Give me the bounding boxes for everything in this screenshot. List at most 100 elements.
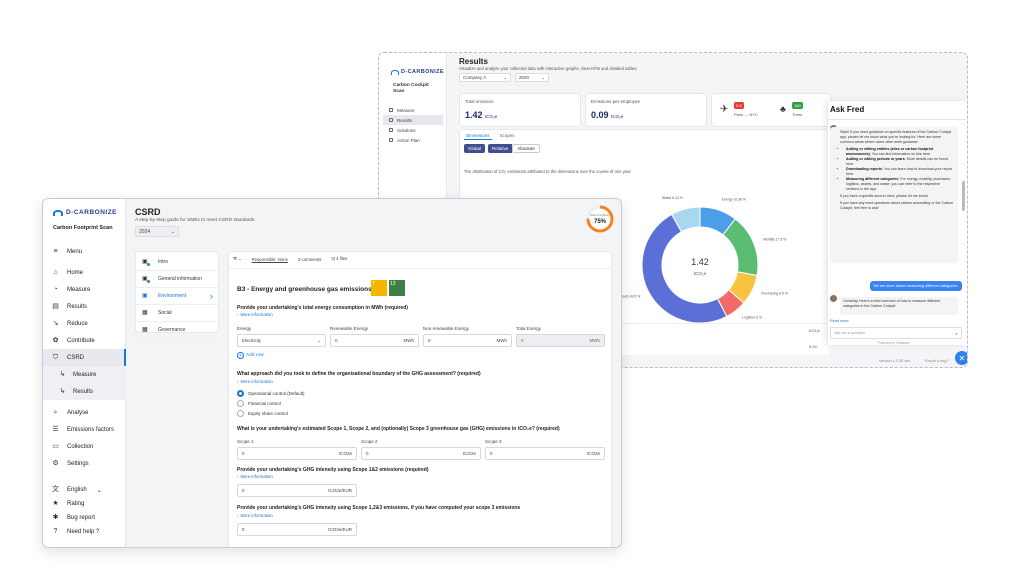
radio-unchecked[interactable]: [237, 409, 244, 417]
nav-item-contribute[interactable]: ✿ Contribute: [43, 332, 126, 349]
folder-icon: ▭: [52, 443, 59, 450]
chevron-down-icon: ⌄: [503, 74, 507, 80]
nav-item-emissions-factors[interactable]: ☰ Emissions factors: [43, 421, 126, 438]
chat-scrollbar[interactable]: [962, 181, 965, 211]
nav-item-bug-report[interactable]: ✱ Bug report: [43, 511, 126, 525]
page-subtitle: A step-by-step guide for SMEs to meet CS…: [135, 218, 255, 223]
ask-fred-chat: Ask Fred Salut! If you need guidance on …: [827, 101, 967, 345]
section-intro[interactable]: ▣ Intro: [136, 254, 218, 271]
sdg-13-badge: 13: [389, 280, 405, 296]
tab-dimensions[interactable]: Dimensions: [464, 132, 492, 140]
completion-gauge: Total Completion 75%: [586, 205, 614, 233]
emissions-donut-chart: Energy 10.38 % Mobility 17.5 % Purchasing …: [618, 196, 788, 324]
close-chat-button[interactable]: ✕: [955, 351, 967, 365]
send-icon[interactable]: ➤: [955, 331, 958, 336]
section-governance[interactable]: ▦ Governance: [136, 322, 218, 339]
subdirectory-icon: ↳: [59, 371, 66, 378]
section-general-information[interactable]: ▣ General information: [136, 271, 218, 288]
nav-item-measure[interactable]: ◔ Measure: [43, 281, 126, 298]
nav-item-measure[interactable]: Measure: [383, 105, 443, 115]
list-icon: ☰: [52, 426, 59, 433]
option-financial[interactable]: Financial control: [237, 398, 305, 408]
year-select[interactable]: 2024 ⌄: [135, 226, 179, 237]
read-more-link[interactable]: Read more: [830, 319, 849, 323]
nav-item-menu[interactable]: ≡ Menu: [43, 243, 126, 260]
intensity12-input[interactable]: 0 tCO2e/EUR: [237, 484, 357, 497]
intensity123-input[interactable]: 0 tCO2e/EUR: [237, 523, 357, 536]
equivalence-card: ✈ 0.8 Paris ↔ NYC ♣ 160 Trees: [711, 93, 831, 127]
nonrenewable-input[interactable]: 0 MWh: [423, 334, 512, 347]
responsible-link[interactable]: Responsible: None: [252, 257, 288, 262]
table-unit: tCO₂e: [809, 328, 820, 333]
scope1-input[interactable]: 0 tCO2e: [237, 447, 357, 460]
chevron-right-icon: ›: [237, 379, 239, 384]
chat-input-placeholder: Ask me a question: [834, 331, 866, 335]
nav-item-rating[interactable]: ★ Rating: [43, 497, 126, 511]
year-select[interactable]: 2020 ⌄: [515, 73, 549, 82]
close-icon: ✕: [958, 353, 966, 363]
option-operational[interactable]: Operational control (Default): [237, 388, 305, 398]
radio-checked[interactable]: [237, 389, 244, 397]
nav-label: CSRD: [67, 354, 85, 361]
files-link[interactable]: ⊡ 4 files: [331, 256, 347, 262]
more-info-link[interactable]: › More information: [237, 513, 273, 518]
logo-mark-icon: [391, 69, 399, 75]
wrench-icon[interactable]: ⚒ ⌄: [233, 256, 242, 262]
nav-item-csrd[interactable]: ⛉ CSRD: [43, 349, 126, 366]
section-label: Intro: [158, 259, 169, 265]
nav-item-need-help-[interactable]: ? Need help ?: [43, 525, 126, 539]
found-bug-link[interactable]: Found a bug?: [925, 359, 948, 363]
question-toolbar: ⚒ ⌄ Responsible: None 3 comments ⊡ 4 fil…: [233, 256, 347, 262]
list-item: Adding or editing periods or years: More…: [846, 157, 954, 167]
nav-item-collection[interactable]: ▭ Collection: [43, 438, 126, 455]
renewable-input[interactable]: 0 MWh: [330, 334, 419, 347]
question-intensity123: Provide your undertaking's GHG intensity…: [237, 505, 521, 511]
nav-item-measure[interactable]: ↳ Measure: [43, 366, 126, 383]
boundary-options: Operational control (Default) Financial …: [237, 388, 305, 418]
energy-type-select[interactable]: Electricity ⌄: [237, 334, 326, 347]
chat-input[interactable]: Ask me a question ➤: [830, 327, 962, 339]
nav-item-results[interactable]: Results: [383, 115, 443, 125]
nav-item-reduce[interactable]: ↘ Reduce: [43, 315, 126, 332]
gauge-value: 75%: [594, 219, 607, 225]
tab-scopes[interactable]: Scopes: [498, 132, 517, 140]
option-equity[interactable]: Equity share control: [237, 408, 305, 418]
scope3-input[interactable]: 0 tCO2e: [485, 447, 605, 460]
scope2-input[interactable]: 0 tCO2e: [361, 447, 481, 460]
nav-item-solutions[interactable]: Solutions: [383, 125, 443, 135]
total-energy-input: 0 MWh: [516, 334, 605, 347]
company-select[interactable]: Company A ⌄: [459, 73, 511, 82]
section-environment[interactable]: ▣ Environment ›: [136, 288, 218, 305]
search-icon: [389, 118, 393, 122]
more-info-link[interactable]: › More information: [237, 474, 273, 479]
donut-slice-mobility[interactable]: [722, 218, 759, 277]
nav-item-results[interactable]: ▤ Results: [43, 298, 126, 315]
global-button[interactable]: Global: [464, 144, 486, 153]
comments-link[interactable]: 3 comments: [298, 257, 321, 262]
trees-label: Trees: [792, 112, 803, 117]
add-row-button[interactable]: + Add row: [237, 352, 264, 359]
nav-label: Contribute: [67, 337, 95, 344]
nav-item-home[interactable]: ⌂ Home: [43, 264, 126, 281]
relative-button[interactable]: Relative: [488, 144, 513, 153]
more-info-link[interactable]: › More information: [237, 312, 273, 317]
more-info-link[interactable]: › More information: [237, 379, 273, 384]
page-title: CSRD: [135, 207, 161, 217]
leaf-icon: ▣: [142, 293, 148, 299]
nav-label: Action Plan: [397, 137, 420, 143]
nav-item-results[interactable]: ↳ Results: [43, 383, 126, 400]
col-renewable: Renewable Energy: [330, 326, 369, 331]
section-social[interactable]: ▦ Social: [136, 305, 218, 322]
donut-label-mobility: Mobility 17.5 %: [763, 237, 786, 241]
gauge-icon: ◔: [53, 286, 58, 293]
nav-item-english[interactable]: 文 English ⌄: [43, 483, 126, 497]
nav-item-analyse[interactable]: ⌕ Analyse: [43, 404, 126, 421]
col-energy: Energy: [237, 326, 252, 331]
nav-item-settings[interactable]: ⚙ Settings: [43, 455, 126, 472]
absolute-button[interactable]: Absolute: [512, 144, 540, 153]
nav-item-action-plan[interactable]: Action Plan: [383, 135, 443, 145]
col-scope1: Scope 1: [237, 439, 254, 444]
radio-unchecked[interactable]: [237, 399, 244, 407]
chevron-right-icon: ›: [237, 474, 239, 479]
flight-badge: 0.8: [734, 102, 744, 109]
